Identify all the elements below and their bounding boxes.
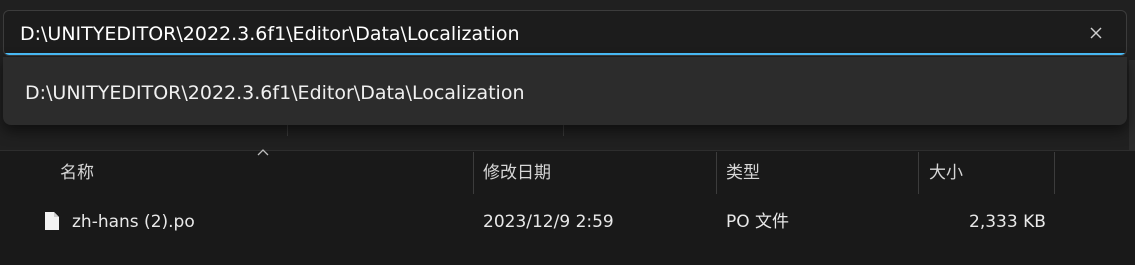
address-input[interactable] xyxy=(18,11,1082,55)
column-divider[interactable] xyxy=(473,152,474,194)
file-explorer-window: D:\UNITYEDITOR\2022.3.6f1\Editor\Data\Lo… xyxy=(0,0,1135,265)
column-header-size[interactable]: 大小 xyxy=(929,152,963,194)
file-size: 2,333 KB xyxy=(969,212,1046,232)
document-icon xyxy=(45,212,59,230)
file-modified-date: 2023/12/9 2:59 xyxy=(483,212,614,232)
address-bar[interactable] xyxy=(3,10,1127,56)
file-name[interactable]: zh-hans (2).po xyxy=(72,200,195,244)
clear-button[interactable] xyxy=(1086,23,1106,43)
address-suggestions-dropdown: D:\UNITYEDITOR\2022.3.6f1\Editor\Data\Lo… xyxy=(3,57,1127,125)
focus-accent-line xyxy=(4,53,1126,55)
close-icon xyxy=(1090,27,1102,39)
scrollbar-track[interactable] xyxy=(1129,60,1135,150)
column-divider[interactable] xyxy=(716,152,717,194)
column-header-type[interactable]: 类型 xyxy=(726,152,760,194)
column-header-modified[interactable]: 修改日期 xyxy=(483,152,551,194)
sort-ascending-icon xyxy=(257,149,269,156)
suggestion-item[interactable]: D:\UNITYEDITOR\2022.3.6f1\Editor\Data\Lo… xyxy=(3,57,1127,125)
column-divider[interactable] xyxy=(918,152,919,194)
column-divider[interactable] xyxy=(1054,152,1055,194)
file-type: PO 文件 xyxy=(726,212,790,232)
file-row[interactable]: zh-hans (2).po 2023/12/9 2:59 PO 文件 2,33… xyxy=(14,200,1054,244)
column-header-name[interactable]: 名称 xyxy=(60,152,94,194)
